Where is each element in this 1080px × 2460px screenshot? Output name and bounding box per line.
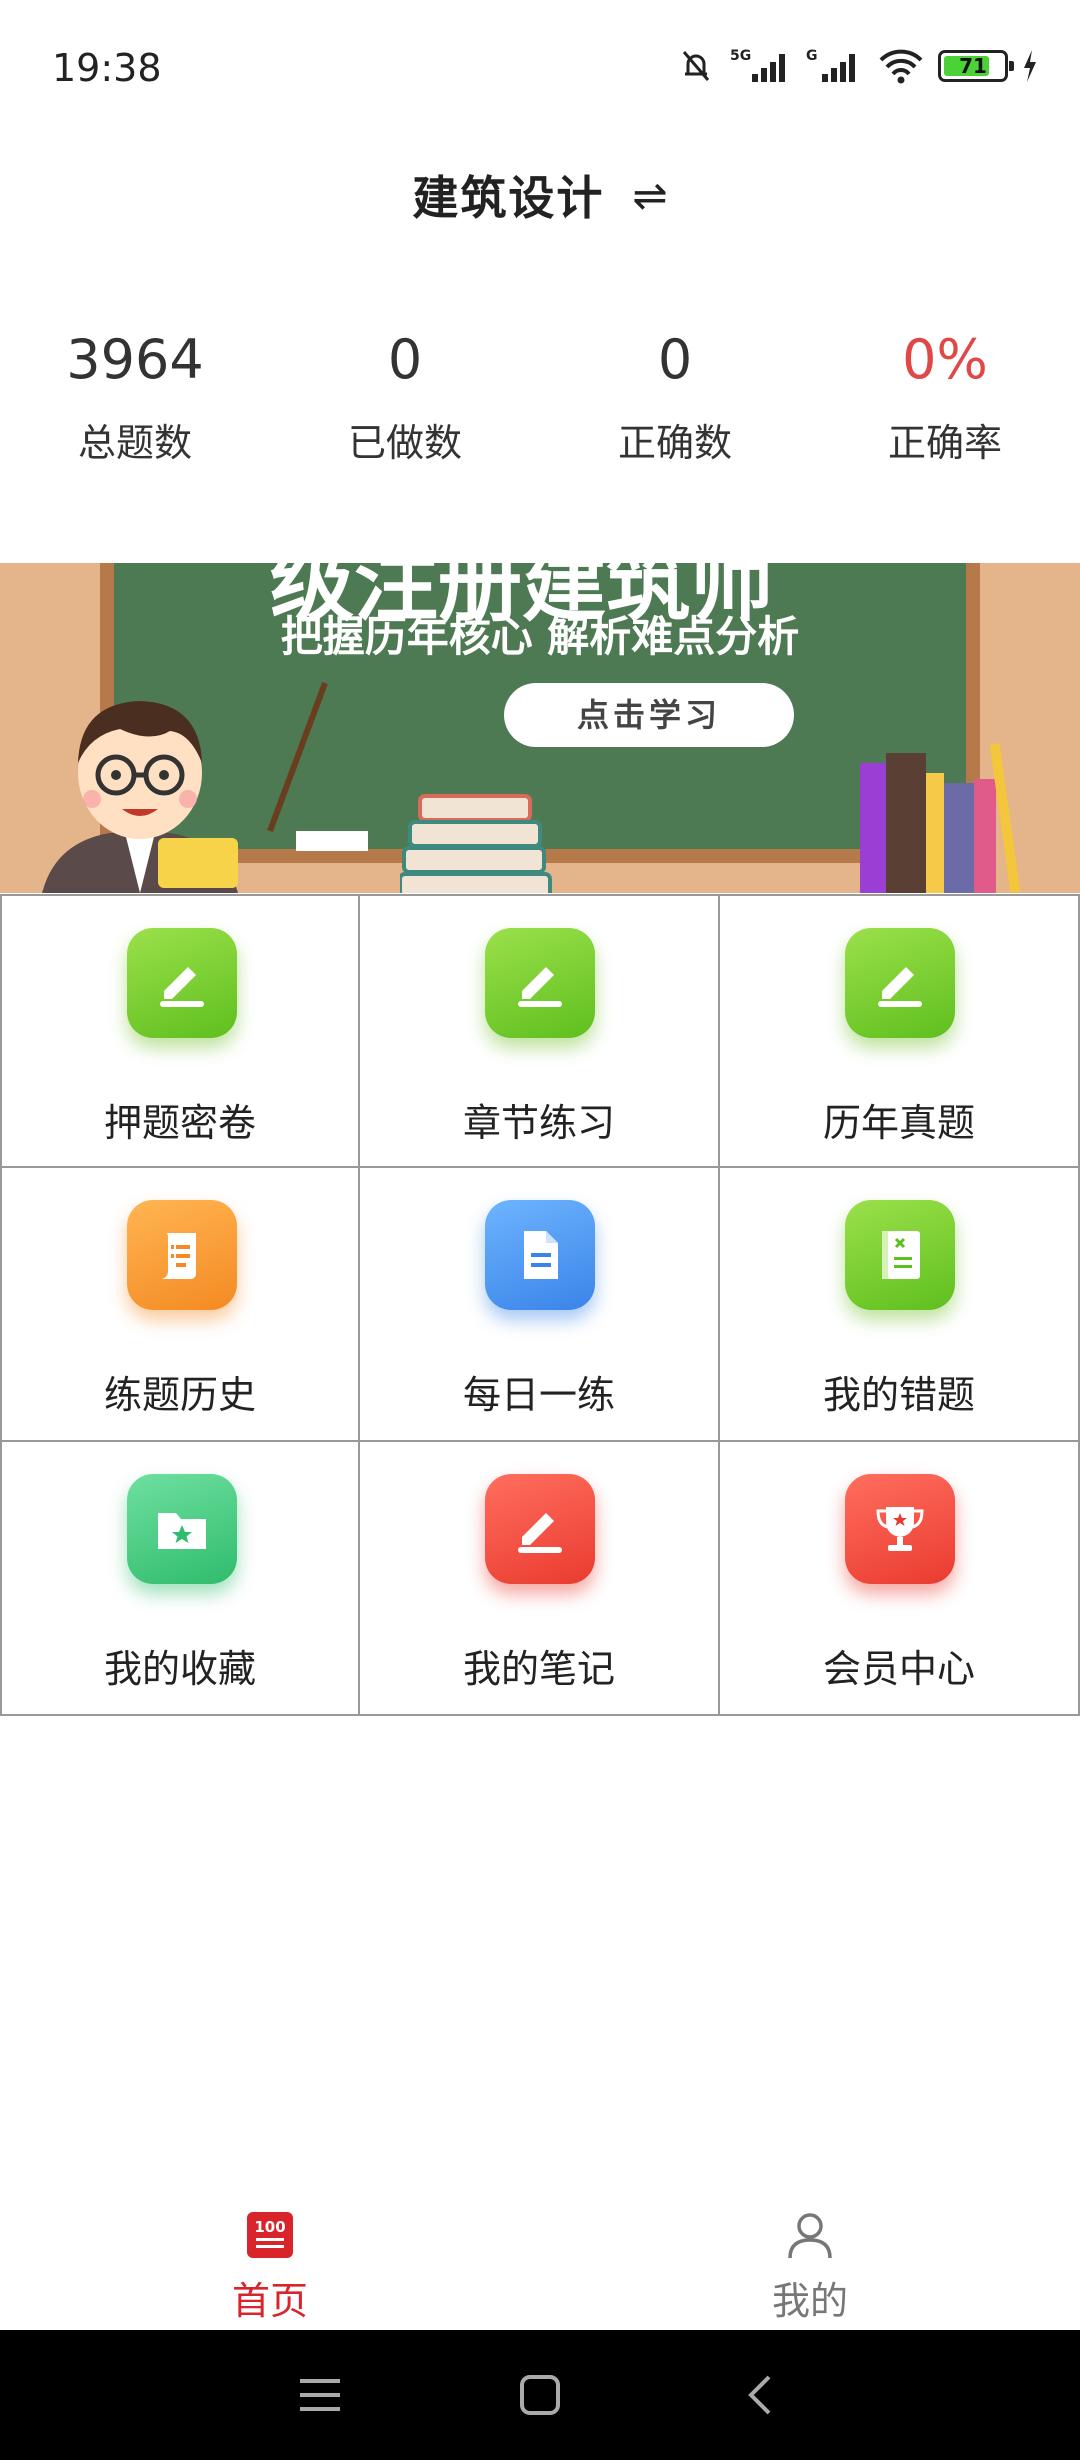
tab-mine[interactable]: 我的 xyxy=(540,2180,1080,2330)
grid-item-chapter-practice[interactable]: 章节练习 xyxy=(360,894,720,1168)
grid-item-label: 会员中心 xyxy=(822,1647,975,1691)
battery-icon: 71 xyxy=(938,50,1014,82)
battery-cap xyxy=(1009,61,1014,71)
grid-item-practice-history[interactable]: 练题历史 xyxy=(0,1168,360,1442)
grid-item-favorites[interactable]: 我的收藏 xyxy=(0,1442,360,1716)
grid-item-label: 我的错题 xyxy=(822,1373,975,1417)
star-folder-icon xyxy=(127,1474,237,1584)
grid-item-notes[interactable]: 我的笔记 xyxy=(360,1442,720,1716)
stat-done: 0 已做数 xyxy=(270,320,540,490)
grid-item-past-exams[interactable]: 历年真题 xyxy=(720,894,1080,1168)
grid-item-label: 我的收藏 xyxy=(103,1647,256,1691)
grid-item-mock-exam[interactable]: 押题密卷 xyxy=(0,894,360,1168)
note-pencil-icon xyxy=(485,1474,595,1584)
home-icon-text: 100 xyxy=(254,2218,285,2236)
home-square-icon[interactable] xyxy=(510,2365,570,2425)
stat-done-value: 0 xyxy=(387,328,423,391)
stat-total: 3964 总题数 xyxy=(0,320,270,490)
page-title: 建筑设计 xyxy=(412,171,605,225)
shelf-books-illustration xyxy=(860,743,1021,893)
network-5g-label: 5G xyxy=(730,48,751,64)
pencil-icon xyxy=(127,928,237,1038)
signal-5g-icon: 5G xyxy=(730,48,785,82)
stat-rate: 0% 正确率 xyxy=(810,320,1080,490)
charging-icon xyxy=(1024,50,1036,82)
stat-done-label: 已做数 xyxy=(347,421,462,465)
tab-home-label: 首页 xyxy=(231,2279,308,2323)
network-g-label: G xyxy=(806,48,818,64)
grid-item-daily-practice[interactable]: 每日一练 xyxy=(360,1168,720,1442)
stat-correct-label: 正确数 xyxy=(617,421,732,465)
battery-level: 71 xyxy=(959,54,987,78)
status-bar: 19:38 5G G 71 xyxy=(0,0,1080,130)
status-icons: 5G G 71 xyxy=(676,44,1038,88)
wifi-icon xyxy=(879,49,923,84)
chalk-eraser-icon xyxy=(296,831,368,851)
document-icon xyxy=(485,1200,595,1310)
pencil-icon xyxy=(845,928,955,1038)
promo-banner[interactable]: 把握历年核心 解析难点分析 点击学习 级注册建筑师 xyxy=(0,563,1080,893)
stat-rate-value: 0% xyxy=(902,328,988,391)
grid-item-membership[interactable]: 会员中心 xyxy=(720,1442,1080,1716)
grid-item-label: 章节练习 xyxy=(462,1101,615,1145)
back-icon[interactable] xyxy=(730,2365,790,2425)
tab-mine-label: 我的 xyxy=(771,2279,848,2323)
trophy-icon xyxy=(845,1474,955,1584)
stat-correct: 0 正确数 xyxy=(540,320,810,490)
stats-row: 3964 总题数 0 已做数 0 正确数 0% 正确率 xyxy=(0,320,1080,490)
banner-study-button[interactable]: 点击学习 xyxy=(504,683,794,747)
stat-total-label: 总题数 xyxy=(77,421,192,465)
home-100-icon: 100 xyxy=(247,2212,293,2258)
header: 建筑设计 ⇌ xyxy=(0,130,1080,260)
grid-item-label: 历年真题 xyxy=(822,1101,975,1145)
grid-item-label: 每日一练 xyxy=(462,1373,615,1417)
pencil-icon xyxy=(485,928,595,1038)
grid-item-wrong-questions[interactable]: 我的错题 xyxy=(720,1168,1080,1442)
banner-title: 级注册建筑师 xyxy=(270,563,775,633)
signal-g-icon: G xyxy=(806,48,855,82)
grid-item-label: 押题密卷 xyxy=(103,1101,256,1145)
stat-rate-label: 正确率 xyxy=(887,421,1002,465)
feature-grid: 押题密卷 章节练习 历年真题 练题历史 每日一练 我的错题 我的收藏 我的笔记 … xyxy=(0,894,1080,1716)
switch-subject-icon[interactable]: ⇌ xyxy=(632,171,667,220)
system-navigation-bar xyxy=(0,2330,1080,2460)
mute-bell-icon xyxy=(682,51,710,81)
stat-total-value: 3964 xyxy=(66,328,204,391)
bottom-tab-bar: 100 首页 我的 xyxy=(0,2180,1080,2330)
menu-icon[interactable] xyxy=(290,2365,350,2425)
grid-item-label: 我的笔记 xyxy=(462,1647,615,1691)
books-stack-illustration xyxy=(400,794,552,893)
error-book-icon xyxy=(845,1200,955,1310)
stat-correct-value: 0 xyxy=(657,328,693,391)
status-time: 19:38 xyxy=(52,46,162,90)
grid-item-label: 练题历史 xyxy=(103,1373,256,1417)
teacher-illustration xyxy=(42,681,328,893)
tab-home[interactable]: 100 首页 xyxy=(0,2180,540,2330)
scroll-icon xyxy=(127,1200,237,1310)
user-icon xyxy=(788,2213,832,2259)
